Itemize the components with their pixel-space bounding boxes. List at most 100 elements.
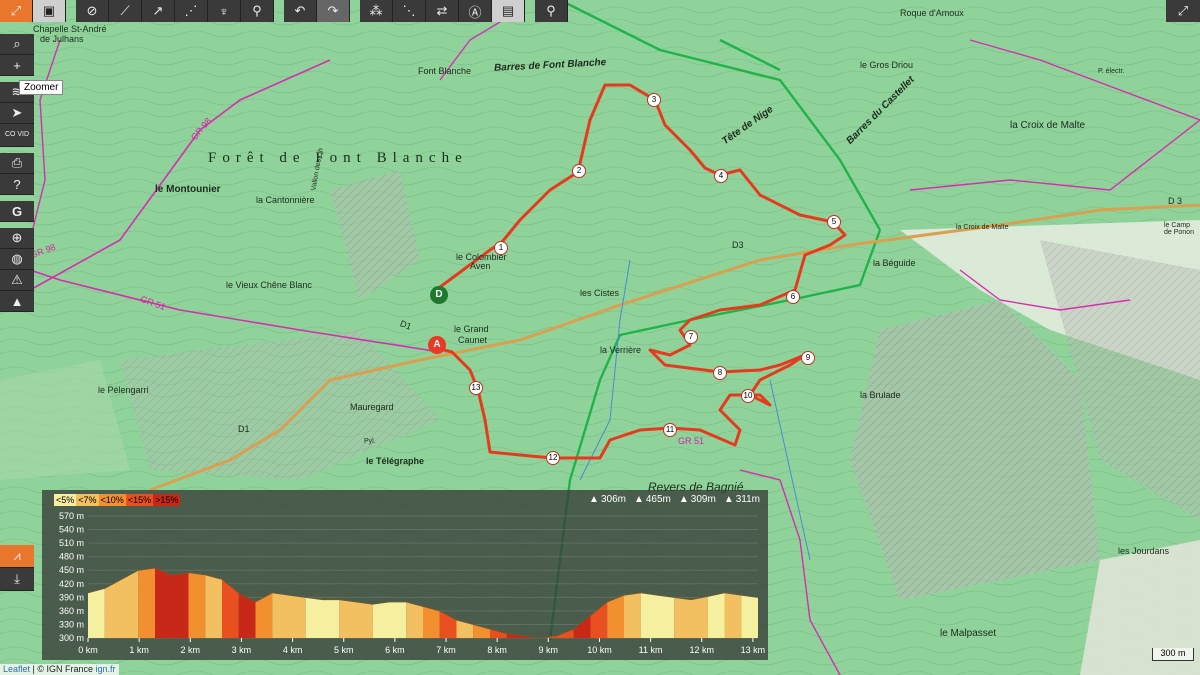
place-label: la Croix de Malte xyxy=(956,224,1009,231)
place-label: Mauregard xyxy=(350,402,394,412)
target-icon[interactable]: ⊕ xyxy=(0,228,34,249)
x-tick-label: 8 km xyxy=(487,645,507,655)
profile-segment xyxy=(356,601,373,638)
y-tick-label: 330 m xyxy=(59,619,84,629)
waypoint-icon[interactable]: ⁂ xyxy=(360,0,393,22)
x-tick-label: 5 km xyxy=(334,645,354,655)
place-label: le Montounier xyxy=(155,184,221,195)
profile-segment xyxy=(171,572,189,638)
place-label: le Télégraphe xyxy=(366,456,425,466)
profile-segment xyxy=(406,601,423,638)
elevation-chart-icon[interactable]: ⩘ xyxy=(0,545,34,568)
profile-segment xyxy=(339,599,356,638)
waypoint-marker[interactable]: 6 xyxy=(786,290,800,304)
place-label: le Malpasset xyxy=(940,628,997,639)
profile-segment xyxy=(205,574,222,638)
profile-segment xyxy=(423,606,440,638)
zoom-tooltip: Zoomer xyxy=(19,80,64,95)
cycle-icon[interactable]: ⚲ xyxy=(241,0,274,22)
elevation-chart: 570 m 540 m 510 m 480 m 450 m 420 m 390 m 360 m… xyxy=(59,511,766,655)
end-marker[interactable]: D xyxy=(430,286,448,304)
waypoint-marker[interactable]: 3 xyxy=(647,93,661,107)
profile-segment xyxy=(724,592,742,638)
x-tick-label: 13 km xyxy=(741,645,766,655)
waypoint-marker[interactable]: 4 xyxy=(714,169,728,183)
place-label: la Béguide xyxy=(873,258,916,268)
x-tick-label: 7 km xyxy=(436,645,456,655)
locate-icon[interactable]: ➤ xyxy=(0,103,34,124)
place-label: le Gros Driou xyxy=(860,60,914,70)
terrain-icon[interactable]: ▲ xyxy=(0,291,34,312)
draw-segment-icon[interactable]: ↗ xyxy=(142,0,175,22)
place-label: P. électr. xyxy=(1098,68,1125,75)
place-label: le Vieux Chêne Blanc xyxy=(226,280,312,290)
waypoint-marker[interactable]: 7 xyxy=(684,330,698,344)
waypoint-marker[interactable]: 2 xyxy=(572,164,586,178)
profile-segment xyxy=(590,601,608,638)
nodes-icon[interactable]: ⋱ xyxy=(393,0,426,22)
waypoint-marker[interactable]: 5 xyxy=(827,215,841,229)
place-label: Pyl. xyxy=(364,438,376,445)
profile-segment xyxy=(238,592,256,638)
draw-path-icon[interactable]: ⋰ xyxy=(175,0,208,22)
profile-segment xyxy=(607,595,624,638)
waypoint-marker[interactable]: 9 xyxy=(801,351,815,365)
place-label: les Cistes xyxy=(580,288,620,298)
road-label: D 3 xyxy=(1168,196,1183,206)
hide-icon[interactable]: ⊘ xyxy=(76,0,109,22)
redo-icon[interactable]: ↷ xyxy=(317,0,350,22)
print-icon[interactable]: ⎙ xyxy=(0,153,34,174)
ign-credit: | © IGN France xyxy=(32,664,94,674)
place-label: la Croix de Malte xyxy=(1010,120,1086,131)
waypoint-marker[interactable]: 11 xyxy=(663,423,677,437)
waypoint-marker[interactable]: 13 xyxy=(469,381,483,395)
profile-segment xyxy=(674,597,691,638)
profile-segment xyxy=(691,596,708,638)
help-icon[interactable]: ? xyxy=(0,174,34,195)
x-tick-label: 1 km xyxy=(129,645,149,655)
y-tick-label: 390 m xyxy=(59,592,84,602)
globe-icon[interactable]: ◍ xyxy=(0,249,34,270)
x-tick-label: 9 km xyxy=(539,645,559,655)
waypoint-marker[interactable]: 10 xyxy=(741,389,755,403)
elevation-profile[interactable]: <5% <7% <10% <15% >15% ▲ 306m ▲ 465m ▲ 309m ▲ 311m … xyxy=(42,490,768,660)
top-toolbar: ⤢ ▣ ⊘ ⟋ ↗ ⋰ ♆ ⚲ ↶ ↷ ⁂ ⋱ ⇄ Ⓐ ▤ ⚲ xyxy=(0,0,568,22)
profile-segment xyxy=(490,628,507,638)
y-tick-label: 510 m xyxy=(59,538,84,548)
waypoint-marker[interactable]: 12 xyxy=(546,451,560,465)
zoom-in-icon[interactable]: + xyxy=(0,55,34,76)
walker-icon[interactable]: ⚠ xyxy=(0,270,34,291)
download-icon[interactable]: ⤓ xyxy=(0,568,34,591)
profile-segment xyxy=(389,601,407,638)
scale-bar: 300 m xyxy=(1152,648,1194,661)
profile-segment xyxy=(188,572,206,638)
x-tick-label: 2 km xyxy=(181,645,201,655)
place-label: Caunet xyxy=(458,335,488,345)
reverse-icon[interactable]: ⇄ xyxy=(426,0,459,22)
profile-segment xyxy=(155,567,172,638)
expand-icon[interactable]: ⤢ xyxy=(0,0,33,22)
print-map-icon[interactable]: ▣ xyxy=(33,0,66,22)
waypoint-marker[interactable]: 8 xyxy=(713,366,727,380)
x-tick-label: 0 km xyxy=(78,645,98,655)
leaflet-link[interactable]: Leaflet xyxy=(3,664,30,674)
google-icon[interactable]: G xyxy=(0,201,34,222)
y-tick-label: 570 m xyxy=(59,511,84,521)
search-icon[interactable]: ⌕ xyxy=(0,34,34,55)
fullscreen-icon[interactable]: ⤢ xyxy=(1166,0,1200,22)
ign-link[interactable]: ign.fr xyxy=(96,664,116,674)
profile-segment xyxy=(741,595,758,638)
undo-icon[interactable]: ↶ xyxy=(284,0,317,22)
y-tick-label: 420 m xyxy=(59,579,84,589)
translate-icon[interactable]: Ⓐ xyxy=(459,0,492,22)
profile-segment xyxy=(289,595,306,638)
photo-icon[interactable]: ▤ xyxy=(492,0,525,22)
pin-icon[interactable]: ⚲ xyxy=(535,0,568,22)
road-label: D1 xyxy=(238,424,250,434)
covid-icon[interactable]: CO VID xyxy=(0,124,34,147)
start-marker[interactable]: A xyxy=(428,336,446,354)
measure-line-icon[interactable]: ⟋ xyxy=(109,0,142,22)
route-icon[interactable]: ♆ xyxy=(208,0,241,22)
waypoint-marker[interactable]: 1 xyxy=(494,241,508,255)
profile-segment xyxy=(322,599,340,638)
